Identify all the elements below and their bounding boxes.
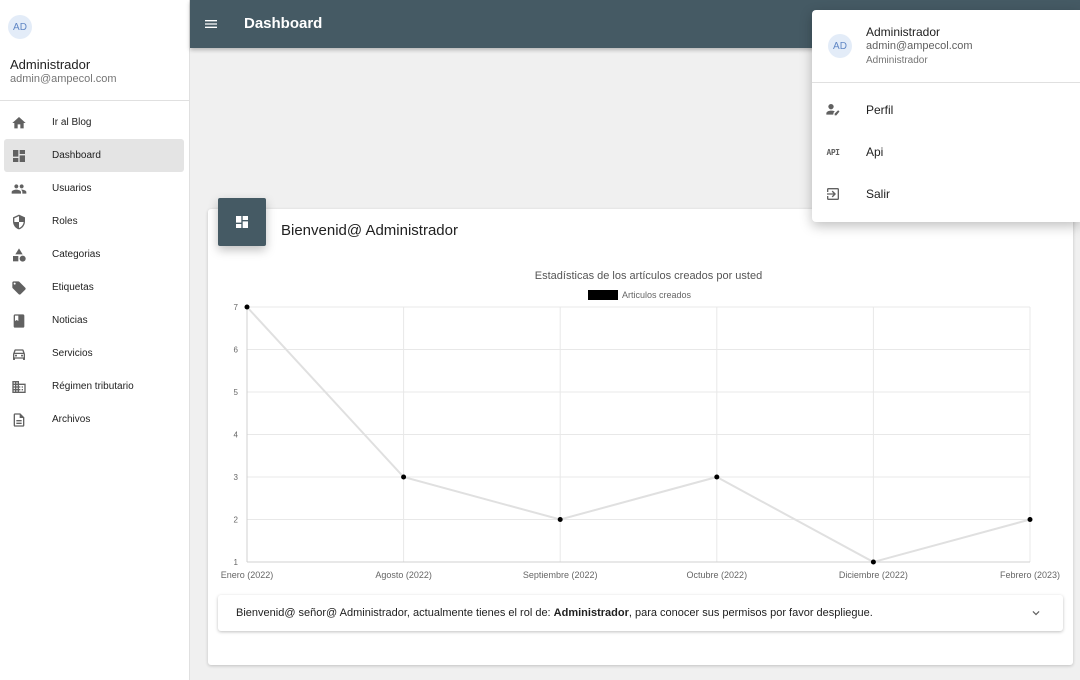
file-icon — [11, 412, 27, 428]
sidebar-item-blog[interactable]: Ir al Blog — [4, 106, 184, 139]
sidebar-avatar[interactable]: AD — [8, 15, 32, 39]
sidebar-item-usuarios[interactable]: Usuarios — [4, 172, 184, 205]
menu-item-label: Salir — [866, 187, 891, 201]
x-tick-label: Febrero (2023) — [1000, 570, 1060, 580]
sidebar-item-categorias[interactable]: Categorias — [4, 238, 184, 271]
sidebar-item-dashboard[interactable]: Dashboard — [4, 139, 184, 172]
shield-icon — [11, 214, 27, 230]
card-title: Bienvenid@ Administrador — [281, 222, 458, 239]
menu-item-api[interactable]: API Api — [812, 131, 1080, 173]
sidebar-item-label: Archivos — [52, 414, 91, 425]
api-icon: API — [825, 144, 841, 160]
page-title: Dashboard — [244, 15, 323, 32]
sidebar-item-label: Régimen tributario — [52, 381, 134, 392]
car-icon — [11, 346, 27, 362]
sidebar-item-servicios[interactable]: Servicios — [4, 337, 184, 370]
home-icon — [11, 115, 27, 131]
chevron-down-icon[interactable] — [1029, 606, 1043, 620]
person-edit-icon — [825, 102, 841, 118]
user-menu-role: Administrador — [866, 55, 928, 66]
role-info-text: Bienvenid@ señor@ Administrador, actualm… — [236, 607, 873, 619]
y-tick-label: 6 — [234, 346, 239, 355]
dashboard-icon — [11, 148, 27, 164]
x-tick-label: Enero (2022) — [221, 570, 274, 580]
data-point — [1027, 517, 1033, 522]
api-icon-text: API — [826, 147, 840, 157]
dashboard-icon — [218, 198, 266, 246]
legend-label: Articulos creados — [622, 290, 692, 300]
sidebar-item-roles[interactable]: Roles — [4, 205, 184, 238]
y-tick-label: 4 — [234, 431, 239, 440]
building-icon — [11, 379, 27, 395]
sidebar-nav: Ir al Blog Dashboard Usuarios Roles Cate… — [0, 106, 189, 436]
sidebar-item-label: Ir al Blog — [52, 117, 92, 128]
sidebar-item-label: Etiquetas — [52, 282, 94, 293]
user-menu-avatar: AD — [828, 34, 852, 58]
sidebar-item-label: Categorias — [52, 249, 101, 260]
data-point — [714, 474, 720, 480]
sidebar-item-label: Servicios — [52, 348, 93, 359]
user-menu-name: Administrador — [866, 25, 941, 39]
user-menu-divider — [812, 82, 1080, 83]
data-point — [557, 517, 563, 522]
x-tick-label: Diciembre (2022) — [839, 570, 908, 580]
x-tick-label: Octubre (2022) — [687, 570, 748, 580]
menu-item-perfil[interactable]: Perfil — [812, 89, 1080, 131]
line-chart: Estadísticas de los artículos creados po… — [221, 270, 1060, 580]
sidebar-item-label: Dashboard — [52, 150, 101, 161]
sidebar-item-etiquetas[interactable]: Etiquetas — [4, 271, 184, 304]
book-icon — [11, 313, 27, 329]
sidebar-item-label: Usuarios — [52, 183, 92, 194]
menu-item-label: Perfil — [866, 103, 894, 117]
role-info-suffix: , para conocer sus permisos por favor de… — [628, 607, 873, 619]
x-tick-label: Septiembre (2022) — [523, 570, 598, 580]
data-point — [244, 304, 250, 310]
y-tick-label: 2 — [234, 516, 239, 525]
people-icon — [11, 181, 27, 197]
chart-title: Estadísticas de los artículos creados po… — [535, 270, 762, 282]
category-icon — [11, 247, 27, 263]
sidebar-item-regimen-tributario[interactable]: Régimen tributario — [4, 370, 184, 403]
sidebar-user-name: Administrador — [10, 57, 91, 72]
data-point — [401, 474, 407, 480]
sidebar-item-noticias[interactable]: Noticias — [4, 304, 184, 337]
menu-item-salir[interactable]: Salir — [812, 173, 1080, 215]
tag-icon — [11, 280, 27, 296]
x-tick-label: Agosto (2022) — [375, 570, 432, 580]
role-info-panel[interactable]: Bienvenid@ señor@ Administrador, actualm… — [218, 595, 1063, 631]
role-name: Administrador — [553, 607, 629, 619]
y-tick-label: 1 — [234, 558, 239, 567]
sidebar: AD Administrador admin@ampecol.com Ir al… — [0, 0, 190, 680]
y-tick-label: 7 — [234, 303, 239, 312]
user-menu-email: admin@ampecol.com — [866, 40, 973, 52]
sidebar-item-label: Noticias — [52, 315, 88, 326]
sidebar-user-email: admin@ampecol.com — [10, 73, 117, 85]
role-info-prefix: Bienvenid@ señor@ Administrador, actualm… — [236, 607, 554, 619]
legend-swatch — [588, 290, 618, 300]
logout-icon — [825, 186, 841, 202]
menu-item-label: Api — [866, 145, 884, 159]
y-tick-label: 5 — [234, 388, 239, 397]
data-point — [870, 559, 876, 565]
y-tick-label: 3 — [234, 473, 239, 482]
sidebar-item-archivos[interactable]: Archivos — [4, 403, 184, 436]
sidebar-divider — [0, 100, 189, 101]
user-menu: AD Administrador admin@ampecol.com Admin… — [812, 10, 1080, 222]
sidebar-item-label: Roles — [52, 216, 78, 227]
menu-icon[interactable] — [203, 16, 219, 32]
